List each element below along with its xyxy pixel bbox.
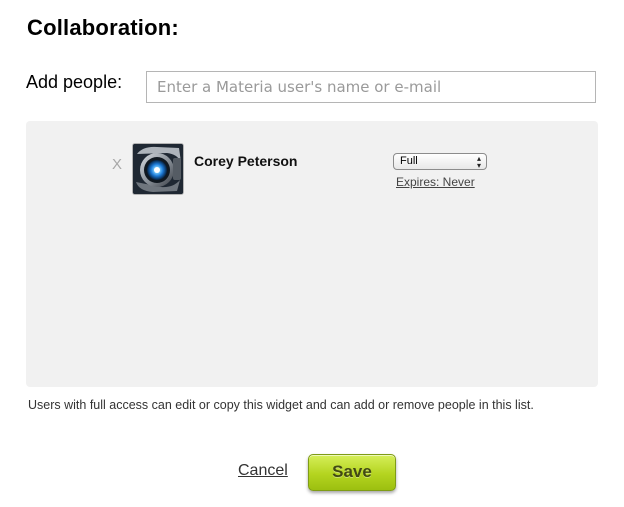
- save-button[interactable]: Save: [308, 454, 396, 491]
- access-level-select[interactable]: Full ▴ ▾: [393, 153, 487, 170]
- collaborator-row: X Corey Peterson Full ▴ ▾ Expires: Never: [112, 143, 492, 199]
- user-avatar: [133, 144, 183, 194]
- cancel-button[interactable]: Cancel: [238, 462, 288, 480]
- select-updown-icon: ▴ ▾: [476, 154, 481, 170]
- collaborator-name: Corey Peterson: [194, 153, 298, 169]
- collaborator-list: X Corey Peterson Full ▴ ▾ Expires: Never: [26, 121, 598, 387]
- add-people-row: Add people:: [26, 70, 600, 106]
- access-level-value: Full: [400, 155, 418, 167]
- expires-link[interactable]: Expires: Never: [396, 175, 475, 189]
- remove-collaborator-button[interactable]: X: [112, 156, 122, 173]
- access-help-text: Users with full access can edit or copy …: [28, 398, 534, 412]
- dialog-title: Collaboration:: [27, 15, 179, 40]
- add-people-label: Add people:: [26, 72, 123, 92]
- robot-eye-avatar-icon: [133, 144, 183, 194]
- add-people-search-input[interactable]: [146, 71, 596, 103]
